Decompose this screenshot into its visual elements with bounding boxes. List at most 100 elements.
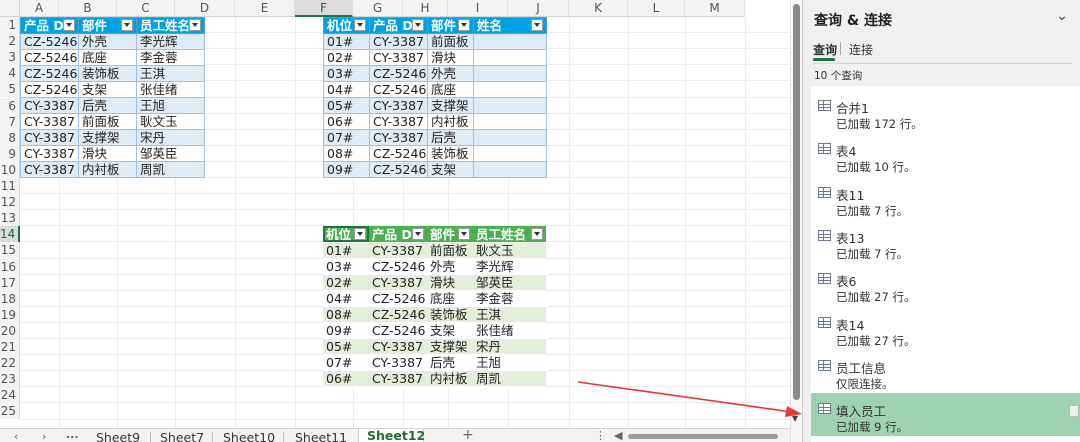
table-cell[interactable]: 04# <box>323 81 370 98</box>
table-cell[interactable]: 宋丹 <box>136 129 205 146</box>
table-cell[interactable]: 支撑架 <box>78 129 137 146</box>
column-header-b[interactable]: B <box>59 0 117 17</box>
add-sheet-button[interactable]: + <box>462 429 474 442</box>
column-header-cell[interactable]: 机位 <box>323 226 369 243</box>
table-cell[interactable]: 内衬板 <box>78 161 137 178</box>
table-cell[interactable]: 后壳 <box>427 129 474 146</box>
table-cell[interactable]: 外壳 <box>427 258 473 275</box>
table-cell[interactable] <box>473 129 547 146</box>
table-cell[interactable]: 李金蓉 <box>473 290 546 307</box>
filter-dropdown-icon[interactable] <box>354 227 366 240</box>
table-cell[interactable]: CZ-5246 <box>369 81 428 98</box>
peek-icon[interactable] <box>1069 405 1079 418</box>
table-cell[interactable]: CY-3387 <box>369 354 427 371</box>
column-header-cell[interactable]: 员工姓名 <box>136 17 205 34</box>
table-cell[interactable]: 滑块 <box>427 274 473 291</box>
column-header-i[interactable]: I <box>448 0 508 17</box>
table-cell[interactable]: 底座 <box>78 49 137 66</box>
table-cell[interactable]: CZ-5246 <box>369 65 428 82</box>
row-header-23[interactable]: 23 <box>0 371 20 388</box>
filter-dropdown-icon[interactable] <box>189 19 201 31</box>
tabs-options-icon[interactable]: ⋮ <box>595 429 606 442</box>
scroll-down-icon[interactable]: ▼ <box>792 414 798 423</box>
row-header-15[interactable]: 15 <box>0 242 20 259</box>
column-header-a[interactable]: A <box>20 0 59 17</box>
table-products[interactable]: 产品 D 部件 员工姓名 CZ-5246 外壳 李光辉 CZ-5246 底座 李金蓉 CZ-524… <box>20 17 205 178</box>
table-cell[interactable]: 03# <box>323 65 370 82</box>
query-item[interactable]: 员工信息 仅限连接。 <box>811 350 1080 393</box>
query-item[interactable]: 表13 已加载 7 行。 <box>811 220 1080 263</box>
filter-dropdown-icon[interactable] <box>458 19 470 31</box>
hscroll-left-icon[interactable]: ◀ <box>614 429 622 442</box>
table-cell[interactable]: 后壳 <box>78 97 137 114</box>
row-header-22[interactable]: 22 <box>0 355 20 372</box>
table-cell[interactable]: 04# <box>323 290 369 307</box>
table-cell[interactable]: CY-3387 <box>369 113 428 130</box>
select-all-corner[interactable] <box>0 0 20 17</box>
table-cell[interactable]: CY-3387 <box>369 97 428 114</box>
table-cell[interactable]: 耿文玉 <box>473 242 546 259</box>
table-cell[interactable]: CY-3387 <box>20 161 79 178</box>
table-cell[interactable]: 02# <box>323 274 369 291</box>
row-header-11[interactable]: 11 <box>0 178 20 194</box>
table-cell[interactable]: 内衬板 <box>427 370 473 387</box>
table-cell[interactable]: 03# <box>323 258 369 275</box>
table-cell[interactable]: 装饰板 <box>78 65 137 82</box>
table-cell[interactable]: CZ-5246 <box>369 161 428 178</box>
row-header-21[interactable]: 21 <box>0 339 20 355</box>
tab-sheet9[interactable]: Sheet9 <box>92 431 144 442</box>
table-cell[interactable]: CY-3387 <box>369 274 427 291</box>
table-cell[interactable]: 支架 <box>427 161 474 178</box>
table-cell[interactable]: 05# <box>323 97 370 114</box>
row-header-10[interactable]: 10 <box>0 161 20 178</box>
table-cell[interactable]: 李光辉 <box>136 33 205 50</box>
column-header-cell[interactable]: 产品 D <box>20 17 79 34</box>
query-list[interactable]: 合并1 已加载 172 行。 表4 已加载 10 行。 表11 已加载 7 行。 表13 已加… <box>811 86 1080 442</box>
table-cell[interactable]: 支架 <box>78 81 137 98</box>
table-cell[interactable]: 邹英臣 <box>473 274 546 291</box>
table-cell[interactable] <box>473 145 547 162</box>
table-cell[interactable]: CY-3387 <box>369 338 427 355</box>
vertical-scrollbar[interactable]: ▼ <box>790 0 802 442</box>
row-header-12[interactable]: 12 <box>0 194 20 211</box>
table-cell[interactable] <box>473 81 547 98</box>
table-cell[interactable]: CY-3387 <box>369 242 427 259</box>
table-cell[interactable]: CY-3387 <box>20 145 79 162</box>
column-header-cell[interactable]: 部件 <box>427 226 473 243</box>
table-cell[interactable] <box>473 97 547 114</box>
row-header-1[interactable]: 1 <box>0 17 20 33</box>
table-cell[interactable]: CY-3387 <box>369 370 427 387</box>
column-header-d[interactable]: D <box>175 0 235 17</box>
table-cell[interactable]: 滑块 <box>427 49 474 66</box>
column-header-cell[interactable]: 机位 <box>323 17 370 34</box>
column-header-cell[interactable]: 产品 D <box>369 17 428 34</box>
column-header-cell[interactable]: 部件 <box>427 17 474 34</box>
table-cell[interactable]: 支撑架 <box>427 97 474 114</box>
table-cell[interactable]: CZ-5246 <box>20 33 79 50</box>
table-cell[interactable]: 张佳绪 <box>136 81 205 98</box>
table-cell[interactable]: 李金蓉 <box>136 49 205 66</box>
table-cell[interactable]: 06# <box>323 113 370 130</box>
table-cell[interactable]: 06# <box>323 370 369 387</box>
table-cell[interactable]: CZ-5246 <box>369 322 427 339</box>
table-cell[interactable]: 周凯 <box>473 370 546 387</box>
query-item[interactable]: 表14 已加载 27 行。 <box>811 307 1080 350</box>
tab-more-button[interactable]: ... <box>66 429 79 441</box>
table-cell[interactable]: 05# <box>323 338 369 355</box>
column-header-c[interactable]: C <box>117 0 175 17</box>
table-cell[interactable]: 后壳 <box>427 354 473 371</box>
column-header-g[interactable]: G <box>353 0 403 17</box>
table-cell[interactable]: CZ-5246 <box>369 145 428 162</box>
column-header-cell[interactable]: 员工姓名 <box>473 226 546 243</box>
table-cell[interactable]: CY-3387 <box>20 129 79 146</box>
row-header-5[interactable]: 5 <box>0 81 20 98</box>
query-item[interactable]: 表11 已加载 7 行。 <box>811 177 1080 220</box>
row-header-8[interactable]: 8 <box>0 129 20 146</box>
column-header-h[interactable]: H <box>403 0 448 17</box>
row-header-2[interactable]: 2 <box>0 33 20 50</box>
chevron-down-icon[interactable]: ⌄ <box>1056 8 1068 24</box>
table-cell[interactable]: 滑块 <box>78 145 137 162</box>
tab-sheet11[interactable]: Sheet11 <box>291 431 351 442</box>
query-item[interactable]: 填入员工 已加载 9 行。 <box>811 393 1080 437</box>
table-cell[interactable]: 底座 <box>427 81 474 98</box>
